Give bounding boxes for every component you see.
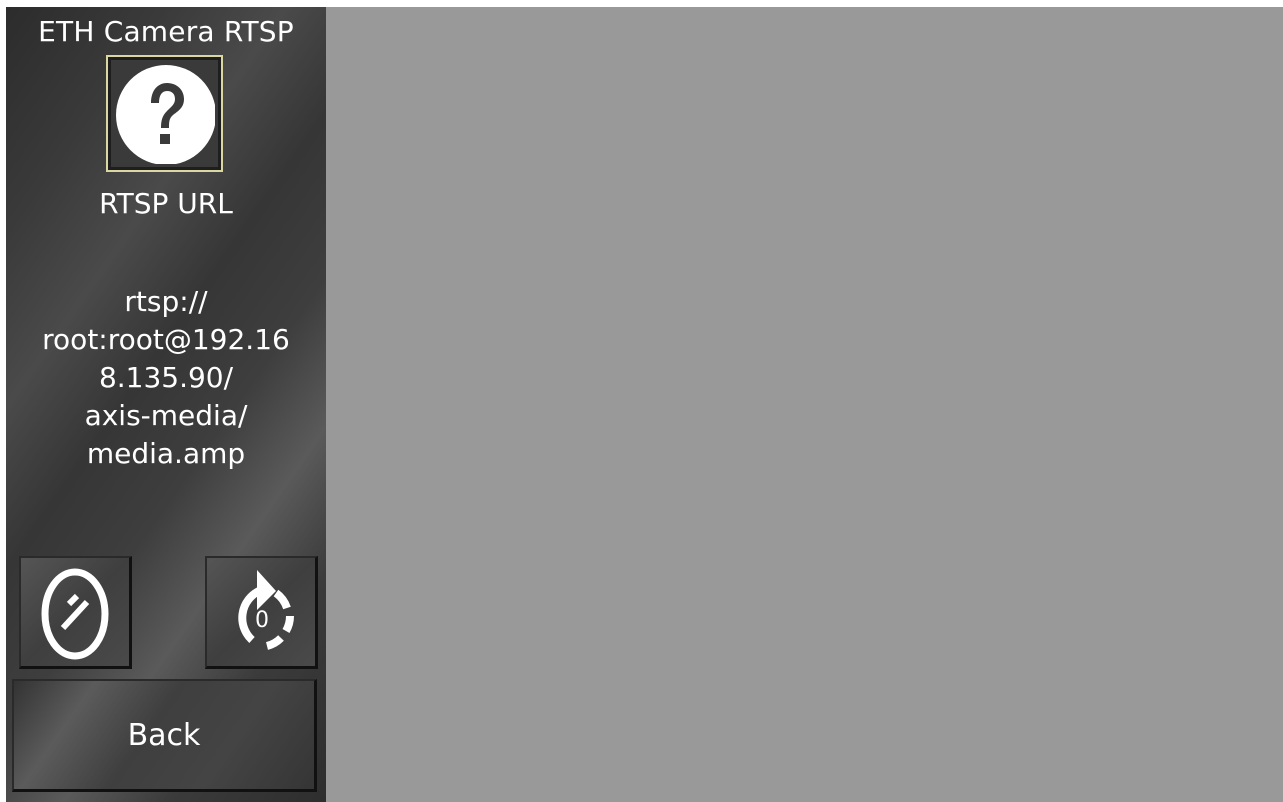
edit-button[interactable] — [19, 556, 132, 669]
page-title: ETH Camera RTSP — [38, 15, 294, 48]
help-button[interactable] — [106, 55, 223, 172]
reset-counter: 0 — [255, 608, 269, 633]
reset-rotate-icon: 0 — [238, 570, 295, 650]
url-line: media.amp — [86, 437, 246, 470]
question-mark-circle-icon — [116, 65, 215, 164]
url-line: 8.135.90/ — [98, 361, 234, 394]
rtsp-url-value: rtsp:// root:root@192.16 8.135.90/ axis-… — [6, 283, 326, 473]
camera-video-area — [326, 7, 1283, 802]
back-button[interactable]: Back — [12, 679, 317, 792]
reset-button[interactable]: 0 — [205, 556, 318, 669]
edit-pencil-oval-icon — [41, 568, 109, 660]
rtsp-url-label: RTSP URL — [99, 187, 233, 220]
url-line: axis-media/ — [84, 399, 248, 432]
url-line: rtsp:// — [124, 285, 208, 318]
url-line: root:root@192.16 — [42, 323, 290, 356]
sidebar-panel: ETH Camera RTSP RTSP URL rtsp:// root:ro… — [6, 7, 326, 802]
